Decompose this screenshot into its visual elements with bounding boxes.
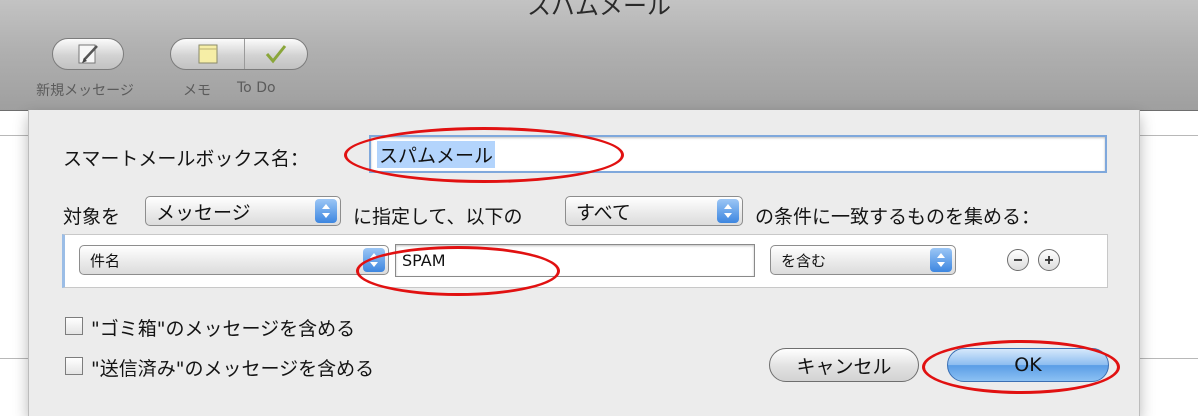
match-popup[interactable]: すべて bbox=[565, 196, 743, 226]
smart-mailbox-sheet: スマートメールボックス名： スパムメール 対象を メッセージ に指定して、以下の… bbox=[28, 110, 1140, 416]
mailbox-name-input[interactable]: スパムメール bbox=[369, 135, 1107, 173]
suffix-label: の条件に一致するものを集める： bbox=[755, 206, 1041, 228]
condition-row: 件名 SPAM を含む bbox=[62, 234, 1108, 288]
condition-operator-value: を含む bbox=[781, 251, 827, 270]
mid-label: に指定して、以下の bbox=[353, 206, 523, 228]
mailbox-name-value: スパムメール bbox=[377, 140, 496, 168]
note-button[interactable] bbox=[171, 39, 244, 69]
include-sent-label: "送信済み"のメッセージを含める bbox=[91, 358, 375, 380]
todo-label: To Do bbox=[237, 80, 276, 96]
include-trash-label: "ゴミ箱"のメッセージを含める bbox=[91, 318, 356, 340]
note-todo-segmented bbox=[170, 38, 308, 70]
add-condition-button[interactable] bbox=[1038, 249, 1060, 271]
new-message-label: 新規メッセージ bbox=[36, 83, 134, 99]
target-popup[interactable]: メッセージ bbox=[145, 196, 341, 226]
cancel-button[interactable]: キャンセル bbox=[769, 348, 919, 382]
todo-button[interactable] bbox=[244, 39, 307, 69]
new-message-button[interactable] bbox=[52, 38, 124, 70]
condition-field-popup[interactable]: 件名 bbox=[79, 245, 389, 275]
condition-field-value: 件名 bbox=[90, 251, 121, 270]
popup-arrows-icon bbox=[717, 199, 739, 223]
target-label: 対象を bbox=[63, 206, 121, 228]
plus-icon bbox=[1045, 256, 1053, 264]
condition-text-input[interactable]: SPAM bbox=[395, 244, 755, 277]
note-label: メモ bbox=[183, 83, 211, 99]
minus-icon bbox=[1014, 259, 1022, 261]
condition-operator-popup[interactable]: を含む bbox=[770, 245, 956, 275]
condition-text-value: SPAM bbox=[402, 251, 446, 270]
list-divider bbox=[0, 358, 28, 359]
note-icon bbox=[198, 44, 218, 64]
list-divider bbox=[1138, 358, 1198, 359]
remove-condition-button[interactable] bbox=[1007, 249, 1029, 271]
include-trash-checkbox[interactable] bbox=[65, 317, 83, 335]
checkmark-icon bbox=[266, 45, 287, 64]
compose-icon bbox=[78, 44, 98, 64]
mailbox-name-label: スマートメールボックス名： bbox=[63, 148, 309, 170]
target-popup-value: メッセージ bbox=[156, 201, 251, 224]
popup-arrows-icon bbox=[315, 199, 337, 223]
popup-arrows-icon bbox=[363, 248, 385, 272]
list-divider bbox=[1138, 135, 1198, 136]
list-divider bbox=[0, 135, 28, 136]
include-sent-checkbox[interactable] bbox=[65, 357, 83, 375]
window-title: スパムメール bbox=[527, 0, 671, 20]
window-toolbar: スパムメール 新規メッセージ メモ To Do bbox=[0, 0, 1198, 111]
match-popup-value: すべて bbox=[576, 201, 631, 224]
ok-button[interactable]: OK bbox=[947, 348, 1109, 382]
popup-arrows-icon bbox=[930, 248, 952, 272]
